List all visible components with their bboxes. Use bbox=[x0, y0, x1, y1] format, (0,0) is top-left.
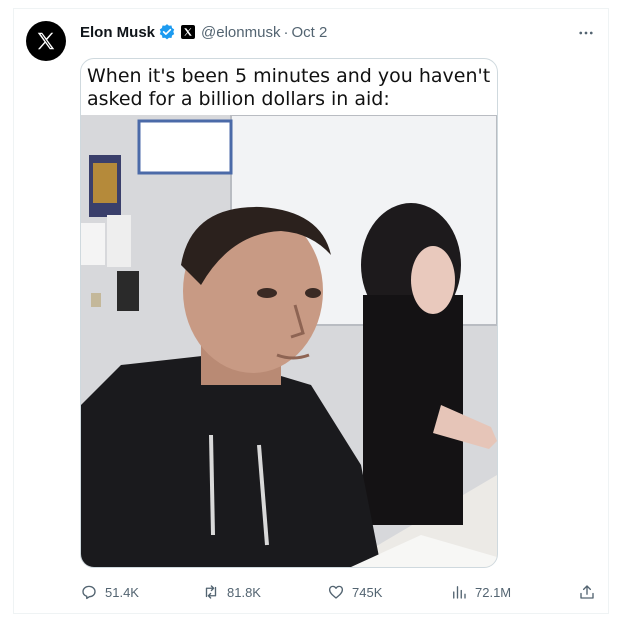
author-name[interactable]: Elon Musk bbox=[80, 24, 155, 41]
more-options-button[interactable] bbox=[574, 21, 598, 45]
more-dots-icon bbox=[579, 31, 593, 35]
repost-count: 81.8K bbox=[227, 584, 261, 600]
repost-icon bbox=[205, 585, 217, 599]
photo-illustration bbox=[81, 114, 497, 567]
share-icon bbox=[580, 585, 594, 599]
like-button[interactable]: 745K bbox=[327, 581, 382, 603]
affiliate-x-badge-icon[interactable] bbox=[181, 25, 196, 39]
author-handle[interactable]: @elonmusk bbox=[201, 24, 280, 41]
tweet-header: Elon Musk @elonmusk · Oct 2 bbox=[80, 22, 327, 42]
heart-icon bbox=[328, 585, 344, 599]
share-button[interactable] bbox=[578, 581, 603, 603]
verified-badge-icon[interactable] bbox=[158, 23, 176, 41]
header-separator: · bbox=[283, 23, 289, 41]
tweet-media[interactable]: When it's been 5 minutes and you haven't… bbox=[80, 58, 498, 568]
author-avatar[interactable] bbox=[26, 21, 66, 61]
tweet-card[interactable]: Elon Musk @elonmusk · Oct 2 When it's be… bbox=[13, 8, 609, 614]
x-logo-icon bbox=[37, 32, 55, 50]
reply-icon bbox=[82, 585, 96, 600]
meme-caption: When it's been 5 minutes and you haven't… bbox=[87, 65, 491, 110]
like-count: 745K bbox=[352, 584, 383, 600]
views-button[interactable]: 72.1M bbox=[450, 581, 511, 603]
view-count: 72.1M bbox=[475, 584, 512, 600]
meme-photo bbox=[81, 114, 497, 567]
views-chart-icon bbox=[453, 586, 466, 599]
repost-button[interactable]: 81.8K bbox=[202, 581, 261, 603]
reply-button[interactable]: 51.4K bbox=[80, 581, 139, 603]
tweet-date[interactable]: Oct 2 bbox=[291, 24, 327, 41]
reply-count: 51.4K bbox=[105, 584, 139, 600]
tweet-actions: 51.4K 81.8K 745K 72.1M bbox=[80, 581, 600, 603]
